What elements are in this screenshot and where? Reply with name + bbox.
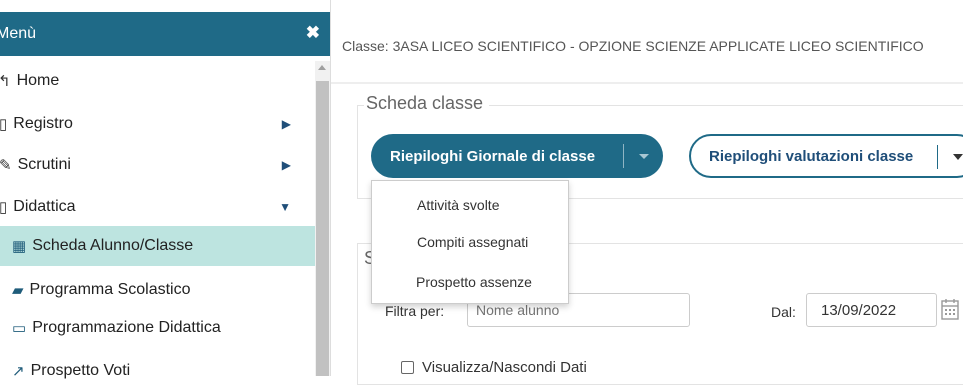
sidebar-item-didattica[interactable]: ▯ Didattica ▼	[0, 187, 315, 227]
sidebar-item-registro[interactable]: ▯ Registro ▶	[0, 104, 315, 144]
sidebar-item-programma-scolastico[interactable]: ▰ Programma Scolastico	[0, 270, 315, 310]
sidebar: Menù ✖ ↰ Home ▯ Registro ▶ ✎ Scrutini ▶ …	[0, 0, 331, 380]
button-label: Riepiloghi Giornale di classe	[390, 147, 596, 165]
riepiloghi-giornale-button[interactable]: Riepiloghi Giornale di classe	[371, 134, 663, 178]
toggle-data-checkbox[interactable]	[401, 361, 414, 374]
sidebar-item-prospetto-voti[interactable]: ↗ Prospetto Voti	[0, 351, 315, 391]
dropdown-item-label: Prospetto assenze	[416, 274, 532, 290]
chart-line-icon: ↗	[12, 363, 25, 380]
book-icon: ▰	[12, 282, 24, 299]
scrollbar-thumb[interactable]	[316, 81, 329, 376]
sidebar-item-label: Home	[16, 72, 60, 89]
sidebar-header: Menù ✖	[0, 12, 330, 56]
scheda-classe-legend: Scheda classe	[364, 93, 490, 114]
sidebar-item-label: Programma Scolastico	[29, 281, 191, 298]
date-from-label: Dal:	[771, 304, 796, 320]
sidebar-item-scheda-alunno-classe[interactable]: ▦ Scheda Alunno/Classe	[0, 226, 315, 266]
chevron-down-icon: ▼	[279, 200, 291, 214]
divider	[937, 145, 938, 169]
date-from-field[interactable]	[806, 293, 937, 327]
sidebar-item-label: Scrutini	[17, 156, 71, 173]
sidebar-item-label: Prospetto Voti	[30, 362, 131, 379]
chevron-right-icon: ▶	[281, 158, 291, 172]
divider	[331, 82, 963, 84]
divider	[623, 144, 624, 168]
caret-down-icon[interactable]	[639, 154, 649, 159]
register-icon: ▯	[0, 116, 8, 133]
book-icon: ▯	[0, 199, 8, 216]
sidebar-item-label: Registro	[13, 115, 73, 132]
home-icon: ↰	[0, 73, 11, 90]
chevron-right-icon: ▶	[281, 117, 291, 131]
breadcrumb: Classe: 3ASA LICEO SCIENTIFICO - OPZIONE…	[342, 38, 924, 54]
sidebar-item-scrutini[interactable]: ✎ Scrutini ▶	[0, 145, 315, 185]
scroll-up-arrow-icon[interactable]	[318, 65, 326, 70]
dropdown-item-compiti-assegnati[interactable]: Compiti assegnati	[372, 226, 568, 262]
sidebar-scrollbar[interactable]	[315, 61, 330, 376]
giornale-dropdown-menu: Attività svolte Compiti assegnati Prospe…	[371, 180, 569, 304]
button-label: Riepiloghi valutazioni classe	[709, 147, 914, 165]
sidebar-title: Menù	[0, 25, 37, 42]
dropdown-item-attivita-svolte[interactable]: Attività svolte	[372, 189, 568, 225]
calendar-icon[interactable]	[940, 297, 960, 321]
dropdown-item-label: Compiti assegnati	[417, 234, 529, 250]
sidebar-item-home[interactable]: ↰ Home	[0, 61, 315, 101]
sidebar-item-label: Scheda Alunno/Classe	[32, 237, 194, 254]
close-icon[interactable]: ✖	[306, 23, 320, 43]
filter-label: Filtra per:	[385, 303, 445, 319]
checkbox-label: Visualizza/Nascondi Dati	[422, 359, 587, 376]
sidebar-item-programmazione-didattica[interactable]: ▭ Programmazione Didattica	[0, 308, 315, 348]
caret-down-icon[interactable]	[953, 154, 963, 160]
table-icon: ▦	[12, 238, 27, 255]
main-content: Classe: 3ASA LICEO SCIENTIFICO - OPZIONE…	[331, 0, 963, 385]
keyboard-icon: ▭	[12, 320, 27, 337]
sidebar-item-label: Didattica	[13, 198, 76, 215]
scrutini-icon: ✎	[0, 157, 12, 174]
sidebar-item-label: Programmazione Didattica	[32, 319, 221, 336]
riepiloghi-valutazioni-button[interactable]: Riepiloghi valutazioni classe	[689, 134, 963, 178]
dropdown-item-prospetto-assenze[interactable]: Prospetto assenze	[372, 266, 568, 302]
dropdown-item-label: Attività svolte	[417, 197, 500, 213]
